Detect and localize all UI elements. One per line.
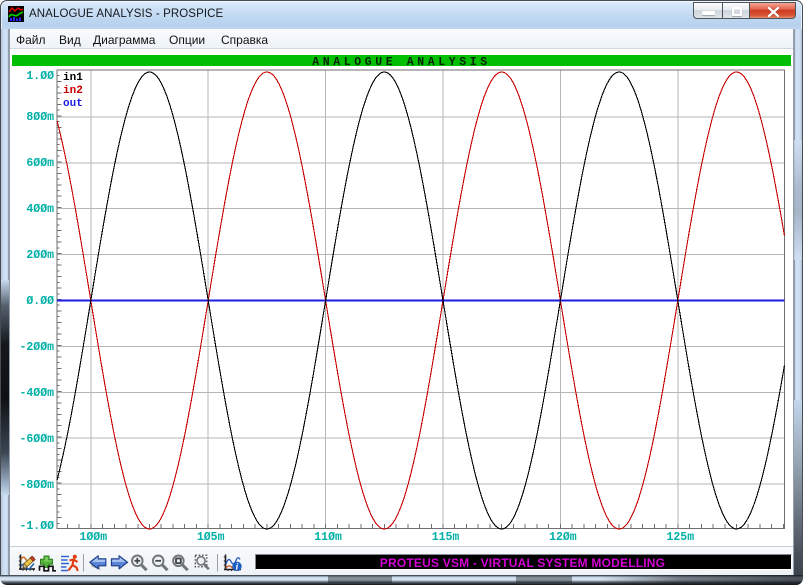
svg-text:i: i bbox=[236, 563, 239, 573]
